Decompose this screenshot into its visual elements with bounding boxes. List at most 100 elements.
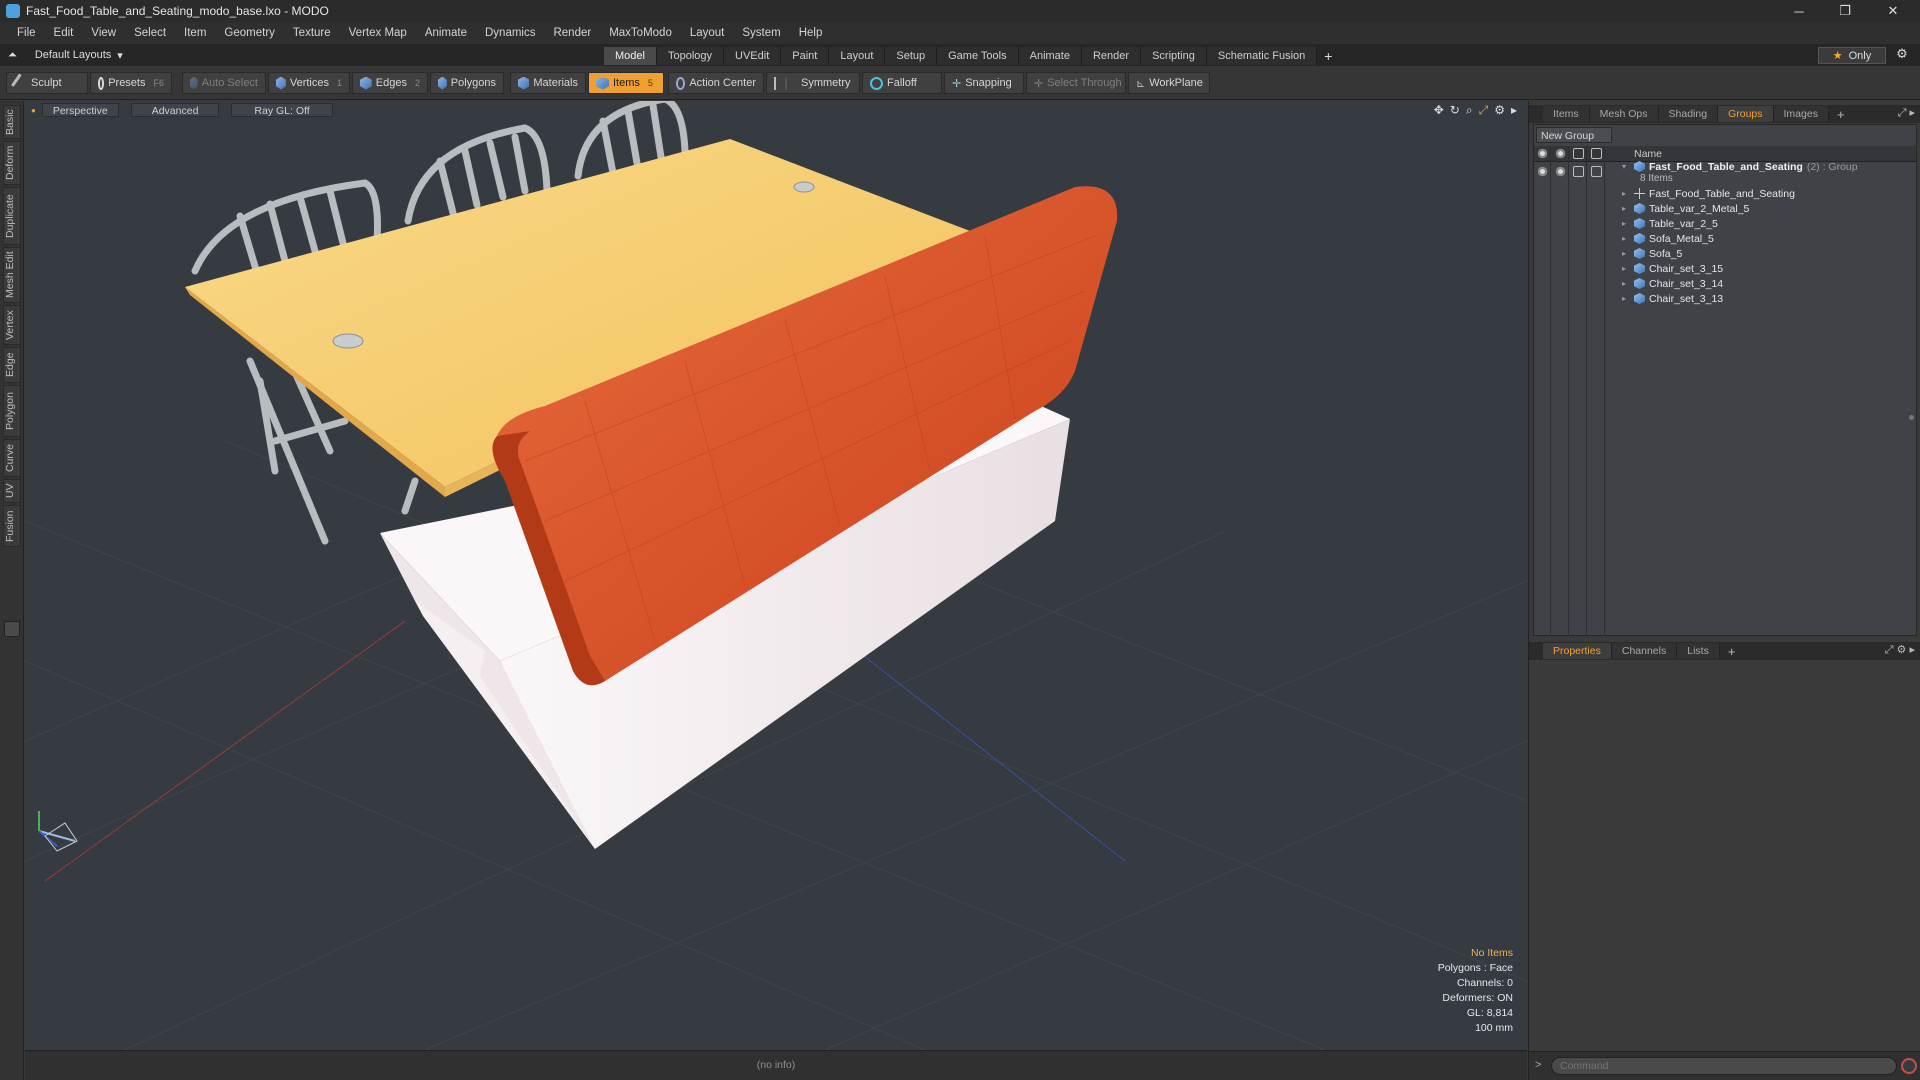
vtab-basic[interactable]: Basic	[3, 105, 21, 139]
expand-arrow-icon[interactable]: ▸	[1622, 249, 1630, 258]
menu-system[interactable]: System	[733, 22, 789, 44]
tab-scripting[interactable]: Scripting	[1141, 47, 1207, 65]
tab-model[interactable]: Model	[604, 47, 657, 65]
group-render-toggle[interactable]	[1555, 166, 1566, 177]
materials-button[interactable]: Materials	[510, 72, 586, 94]
viewport-menu-icon[interactable]: ●	[31, 106, 36, 115]
zoom-icon[interactable]: ⌕	[1466, 103, 1473, 118]
falloff-button[interactable]: Falloff	[862, 72, 942, 94]
list-item[interactable]: ▸ Chair_set_3_14	[1622, 276, 1723, 291]
menu-layout[interactable]: Layout	[681, 22, 734, 44]
viewport-gear-icon[interactable]: ⚙	[1494, 103, 1505, 118]
action-center-button[interactable]: Action Center	[668, 72, 764, 94]
viewport-expand-icon[interactable]: ▸	[1511, 103, 1517, 118]
menu-geometry[interactable]: Geometry	[215, 22, 284, 44]
sculpt-button[interactable]: Sculpt	[6, 72, 88, 94]
expand-arrow-icon[interactable]: ▸	[1622, 234, 1630, 243]
vtab-polygon[interactable]: Polygon	[3, 385, 21, 437]
expand-arrow-icon[interactable]: ▸	[1622, 294, 1630, 303]
vtab-fusion[interactable]: Fusion	[3, 505, 21, 547]
group-lock-toggle[interactable]	[1573, 166, 1584, 177]
3d-viewport[interactable]: ● Perspective Advanced Ray GL: Off ✥ ↻ ⌕…	[25, 101, 1527, 1050]
record-macro-icon[interactable]	[1901, 1058, 1917, 1074]
tab-lists[interactable]: Lists	[1677, 643, 1720, 659]
list-item[interactable]: ▸ Table_var_2_Metal_5	[1622, 201, 1749, 216]
group-visibility-toggle[interactable]	[1537, 166, 1548, 177]
command-input[interactable]	[1551, 1057, 1897, 1075]
select-through-button[interactable]: ✛ Select Through	[1026, 72, 1126, 94]
list-item[interactable]: ▸ Chair_set_3_13	[1622, 291, 1723, 306]
menu-dynamics[interactable]: Dynamics	[476, 22, 544, 44]
menu-item[interactable]: Item	[175, 22, 215, 44]
pan-icon[interactable]: ✥	[1434, 103, 1444, 118]
vtab-edge[interactable]: Edge	[3, 347, 21, 383]
vtab-uv[interactable]: UV	[3, 479, 21, 503]
scene-canvas[interactable]	[25, 101, 1527, 1050]
properties-expand-icon[interactable]: ⤢ ⚙ ▸	[1885, 643, 1915, 657]
add-panel-tab-button[interactable]: +	[1829, 107, 1853, 122]
expand-arrow-icon[interactable]: ▸	[1622, 279, 1630, 288]
rotate-icon[interactable]: ↻	[1450, 103, 1460, 118]
minimize-button[interactable]: ─	[1776, 0, 1822, 22]
snapping-button[interactable]: ✛ Snapping	[944, 72, 1024, 94]
layout-selector[interactable]: ⏶ Default Layouts ▾	[8, 47, 123, 63]
workplane-button[interactable]: ⊾ WorkPlane	[1128, 72, 1210, 94]
menu-maxtomodo[interactable]: MaxToModo	[600, 22, 681, 44]
view-type-button[interactable]: Perspective	[41, 103, 119, 117]
menu-render[interactable]: Render	[544, 22, 600, 44]
auto-select-button[interactable]: Auto Select	[182, 72, 266, 94]
shading-mode-button[interactable]: Advanced	[130, 103, 220, 117]
list-item[interactable]: ▸ Chair_set_3_15	[1622, 261, 1723, 276]
list-item[interactable]: ▸ Sofa_5	[1622, 246, 1682, 261]
vtab-curve[interactable]: Curve	[3, 439, 21, 477]
expand-arrow-icon[interactable]: ▸	[1622, 204, 1630, 213]
tab-uvedit[interactable]: UVEdit	[724, 47, 782, 65]
presets-button[interactable]: Presets F6	[90, 72, 172, 94]
restore-button[interactable]: ❐	[1822, 0, 1868, 22]
list-item[interactable]: ▸ Sofa_Metal_5	[1622, 231, 1714, 246]
edges-button[interactable]: Edges 2	[352, 72, 428, 94]
expand-arrow-icon[interactable]: ▸	[1622, 189, 1630, 198]
expand-arrow-icon[interactable]: ▾	[1622, 162, 1630, 171]
expand-arrow-icon[interactable]: ▸	[1622, 219, 1630, 228]
menu-vertex-map[interactable]: Vertex Map	[340, 22, 416, 44]
list-item[interactable]: ▸ Table_var_2_5	[1622, 216, 1718, 231]
expand-arrow-icon[interactable]: ▸	[1622, 264, 1630, 273]
group-select-toggle[interactable]	[1591, 166, 1602, 177]
tab-items[interactable]: Items	[1543, 106, 1590, 122]
vertices-button[interactable]: Vertices 1	[268, 72, 350, 94]
tab-groups[interactable]: Groups	[1718, 106, 1774, 122]
tab-render[interactable]: Render	[1081, 47, 1142, 65]
close-button[interactable]: ✕	[1870, 0, 1916, 22]
menu-select[interactable]: Select	[125, 22, 175, 44]
tab-channels[interactable]: Channels	[1611, 643, 1678, 659]
tab-schematic-fusion[interactable]: Schematic Fusion	[1206, 47, 1318, 65]
tab-animate[interactable]: Animate	[1018, 47, 1082, 65]
new-group-button[interactable]: New Group	[1536, 127, 1612, 143]
tab-images[interactable]: Images	[1773, 106, 1829, 122]
strip-toggle-button[interactable]	[4, 621, 20, 637]
tab-paint[interactable]: Paint	[781, 47, 830, 65]
raygl-button[interactable]: Ray GL: Off	[231, 103, 333, 117]
only-toggle[interactable]: ★ Only	[1818, 47, 1886, 64]
items-button[interactable]: Items 5	[588, 72, 664, 94]
tab-setup[interactable]: Setup	[885, 47, 938, 65]
menu-file[interactable]: File	[8, 22, 45, 44]
add-properties-tab-button[interactable]: +	[1720, 644, 1744, 659]
vtab-duplicate[interactable]: Duplicate	[3, 187, 21, 245]
fit-icon[interactable]: ⤢	[1479, 103, 1489, 118]
menu-texture[interactable]: Texture	[284, 22, 340, 44]
polygons-button[interactable]: Polygons	[430, 72, 504, 94]
menu-edit[interactable]: Edit	[45, 22, 83, 44]
menu-view[interactable]: View	[82, 22, 125, 44]
tab-shading[interactable]: Shading	[1658, 106, 1719, 122]
list-item[interactable]: ▸ Fast_Food_Table_and_Seating	[1622, 186, 1795, 201]
symmetry-button[interactable]: Symmetry	[766, 72, 860, 94]
panel-expand-icon[interactable]: ⤢ ▸	[1898, 106, 1915, 120]
add-tab-button[interactable]: +	[1317, 47, 1339, 65]
menu-help[interactable]: Help	[790, 22, 832, 44]
tab-layout[interactable]: Layout	[829, 47, 886, 65]
gear-icon[interactable]: ⚙	[1892, 46, 1912, 64]
vtab-deform[interactable]: Deform	[3, 141, 21, 185]
tab-game-tools[interactable]: Game Tools	[937, 47, 1019, 65]
